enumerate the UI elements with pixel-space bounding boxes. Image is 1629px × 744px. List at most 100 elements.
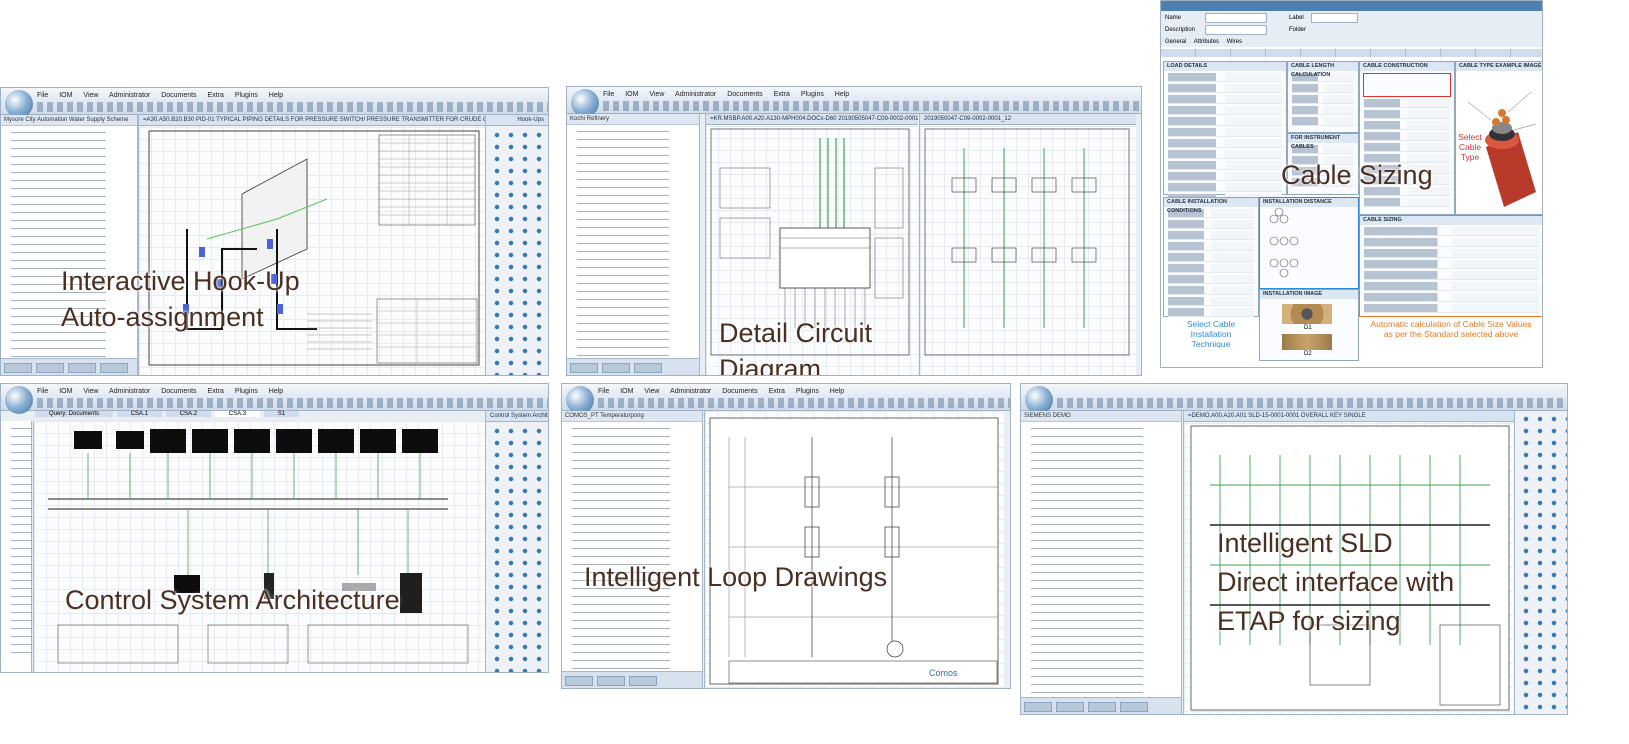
comos-logo: Comos bbox=[929, 668, 958, 678]
menu-item[interactable]: Administrator bbox=[675, 91, 716, 98]
menu-item[interactable]: IOM bbox=[59, 92, 72, 99]
tab-attributes[interactable]: Attributes bbox=[1194, 39, 1219, 45]
tree-tabs[interactable] bbox=[1, 358, 137, 375]
control-toolbar[interactable] bbox=[37, 398, 548, 408]
menu-item[interactable]: Plugins bbox=[801, 91, 824, 98]
menu-item[interactable]: Documents bbox=[722, 388, 757, 395]
menu-item[interactable]: Administrator bbox=[670, 388, 711, 395]
hookup-toolbar[interactable] bbox=[37, 102, 548, 112]
d2-label: D2 bbox=[1304, 351, 1312, 357]
comos-logo-icon bbox=[1025, 386, 1053, 414]
sld-palette[interactable] bbox=[1514, 411, 1567, 714]
menu-item[interactable]: Extra bbox=[774, 91, 790, 98]
tab-general[interactable]: General bbox=[1165, 39, 1186, 45]
control-titlebar: File IOM View Administrator Documents Ex… bbox=[1, 384, 548, 414]
menu-item[interactable]: File bbox=[37, 388, 48, 395]
menu-item[interactable]: Documents bbox=[161, 92, 196, 99]
circuit-navigator-tree[interactable]: Kochi Refinery bbox=[567, 114, 700, 375]
tab-query-documents[interactable]: Query: Documents bbox=[35, 411, 114, 417]
menu-item[interactable]: Extra bbox=[208, 388, 224, 395]
tab-csa-3[interactable]: CSA.3 bbox=[214, 411, 261, 417]
hookup-navigator-tree[interactable]: Mysore City Automation Water Supply Sche… bbox=[1, 115, 138, 375]
hookup-drawing-canvas[interactable]: =A30.A50.B20.B30 PID-01 TYPICAL PIPING D… bbox=[138, 115, 486, 375]
attribute-tabs[interactable] bbox=[1161, 49, 1542, 57]
tree-tabs[interactable] bbox=[567, 358, 699, 375]
tree-header: Kochi Refinery bbox=[567, 114, 699, 125]
tree-tabs[interactable] bbox=[562, 671, 702, 688]
cable-type-selector[interactable] bbox=[1363, 73, 1451, 97]
group-title: LOAD DETAILS bbox=[1164, 62, 1286, 71]
menu-item[interactable]: View bbox=[83, 92, 98, 99]
circuit-titlebar: File IOM View Administrator Documents Ex… bbox=[567, 87, 1141, 117]
name-field[interactable] bbox=[1205, 13, 1267, 23]
loop-canvas[interactable]: Comos bbox=[704, 411, 1004, 688]
document-title-2: 2019050047-C09-0002-0001_12 bbox=[920, 114, 1136, 125]
menu-item[interactable]: Plugins bbox=[235, 92, 258, 99]
palette-title: Control System Architecture bbox=[486, 411, 548, 422]
hookup-screenshot: File IOM View Administrator Documents Ex… bbox=[0, 87, 549, 376]
menu-item[interactable]: Plugins bbox=[796, 388, 819, 395]
loop-navigator-tree[interactable]: COMOS_PT Temperaturpong bbox=[562, 411, 703, 688]
control-palette[interactable]: Control System Architecture bbox=[485, 411, 548, 672]
menu-item[interactable]: View bbox=[649, 91, 664, 98]
d1-label: D1 bbox=[1304, 325, 1312, 331]
tab-s1[interactable]: S1 bbox=[263, 411, 300, 417]
folder-label: Folder bbox=[1289, 27, 1307, 33]
menu-item[interactable]: Extra bbox=[769, 388, 785, 395]
tree-items[interactable] bbox=[1, 423, 31, 654]
palette-title: Hook-Ups bbox=[486, 115, 548, 126]
menu-item[interactable]: Administrator bbox=[109, 92, 150, 99]
menu-item[interactable]: File bbox=[603, 91, 614, 98]
description-label: Description bbox=[1165, 27, 1196, 33]
menu-item[interactable]: Extra bbox=[208, 92, 224, 99]
installation-distance-group: INSTALLATION DISTANCE bbox=[1259, 197, 1359, 289]
sld-titlebar bbox=[1021, 384, 1567, 414]
menu-item[interactable]: Plugins bbox=[235, 388, 258, 395]
document-title: =KR.MSBP.A00.A20.A130-MPH004.DOCs-D60 20… bbox=[706, 114, 918, 125]
control-caption: Control System Architecture bbox=[65, 585, 400, 615]
comos-logo-icon bbox=[5, 386, 33, 414]
group-title: INSTALLATION IMAGE bbox=[1260, 290, 1358, 299]
select-cable-type-note: Select Cable Type bbox=[1458, 132, 1482, 162]
loop-titlebar: File IOM View Administrator Documents Ex… bbox=[562, 384, 1010, 414]
menu-item[interactable]: IOM bbox=[625, 91, 638, 98]
cable-length-group: CABLE LENGTH CALCULATION bbox=[1287, 61, 1359, 133]
circuit-toolbar[interactable] bbox=[603, 101, 1141, 111]
menu-item[interactable]: Help bbox=[269, 92, 283, 99]
loop-toolbar[interactable] bbox=[598, 398, 1010, 408]
installation-distance-diagram bbox=[1269, 207, 1299, 278]
menu-item[interactable]: Administrator bbox=[109, 388, 150, 395]
tree-tabs[interactable] bbox=[1021, 697, 1181, 714]
tree-items[interactable] bbox=[562, 423, 702, 670]
menu-item[interactable]: Help bbox=[830, 388, 844, 395]
menu-item[interactable]: Help bbox=[835, 91, 849, 98]
tab-csa-2[interactable]: CSA.2 bbox=[165, 411, 212, 417]
circuit-screenshot: File IOM View Administrator Documents Ex… bbox=[566, 86, 1142, 376]
description-field[interactable] bbox=[1205, 25, 1267, 35]
tree-items[interactable] bbox=[1021, 423, 1181, 696]
tree-header: Mysore City Automation Water Supply Sche… bbox=[1, 115, 137, 126]
hookup-palette[interactable]: Hook-Ups bbox=[485, 115, 548, 375]
sld-toolbar[interactable] bbox=[1057, 398, 1567, 408]
control-canvas[interactable] bbox=[33, 421, 486, 672]
menu-item[interactable]: File bbox=[37, 92, 48, 99]
menu-item[interactable]: IOM bbox=[620, 388, 633, 395]
tab-csa-1[interactable]: CSA.1 bbox=[116, 411, 163, 417]
menu-item[interactable]: File bbox=[598, 388, 609, 395]
circuit-canvas-2[interactable]: 2019050047-C09-0002-0001_12 bbox=[919, 114, 1136, 375]
label-field[interactable] bbox=[1311, 13, 1358, 23]
tab-wires[interactable]: Wires bbox=[1227, 39, 1242, 45]
select-installation-note: Select Cable Installation Technique bbox=[1186, 319, 1236, 349]
menu-item[interactable]: Documents bbox=[727, 91, 762, 98]
control-navigator-tree[interactable] bbox=[1, 421, 32, 672]
loop-menubar: File IOM View Administrator Documents Ex… bbox=[598, 388, 853, 395]
tree-items[interactable] bbox=[567, 126, 699, 357]
cable-screenshot: Name Description Label Folder General At… bbox=[1160, 0, 1543, 368]
menu-item[interactable]: IOM bbox=[59, 388, 72, 395]
menu-item[interactable]: View bbox=[83, 388, 98, 395]
menu-item[interactable]: Help bbox=[269, 388, 283, 395]
menu-item[interactable]: View bbox=[644, 388, 659, 395]
sld-caption: Intelligent SLD Direct interface with ET… bbox=[1217, 528, 1455, 636]
menu-item[interactable]: Documents bbox=[161, 388, 196, 395]
sld-navigator-tree[interactable]: SIEMENS DEMO bbox=[1021, 411, 1182, 714]
